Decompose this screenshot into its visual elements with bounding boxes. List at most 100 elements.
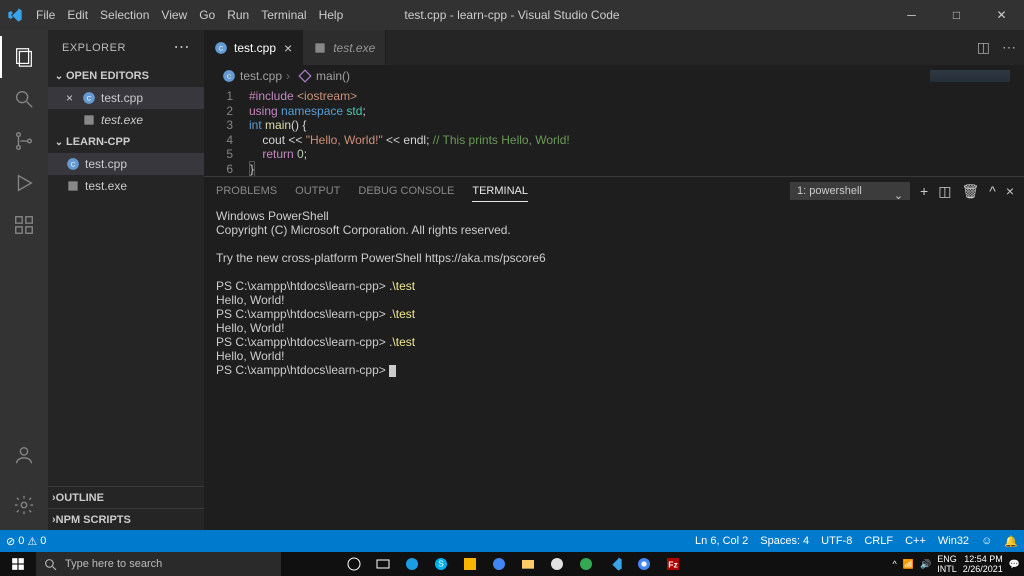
editor-tabs: C test.cpp × test.exe ◫ ⋯	[204, 30, 1024, 65]
exe-file-icon	[313, 41, 327, 55]
explorer-icon[interactable]	[0, 36, 48, 78]
close-icon[interactable]: ×	[66, 91, 78, 105]
tray-clock[interactable]: 12:54 PM2/26/2021	[963, 554, 1003, 574]
minimap[interactable]	[930, 70, 1010, 82]
menu-help[interactable]: Help	[313, 8, 350, 22]
open-editor-item[interactable]: × C test.cpp	[48, 87, 204, 109]
status-bar: ⊘0⚠0 Ln 6, Col 2 Spaces: 4 UTF-8 CRLF C+…	[0, 530, 1024, 552]
menu-view[interactable]: View	[155, 8, 193, 22]
breadcrumb[interactable]: C test.cpp › main()	[204, 65, 1024, 87]
menu-edit[interactable]: Edit	[61, 8, 94, 22]
tab-output[interactable]: OUTPUT	[295, 181, 340, 201]
file-label: test.exe	[101, 113, 143, 127]
minimize-button[interactable]: ─	[889, 0, 934, 30]
vscode-icon[interactable]	[602, 552, 628, 576]
tab-test-exe[interactable]: test.exe	[303, 30, 386, 65]
task-view-icon[interactable]	[370, 552, 396, 576]
panel: PROBLEMS OUTPUT DEBUG CONSOLE TERMINAL 1…	[204, 176, 1024, 381]
status-eol[interactable]: CRLF	[858, 535, 899, 548]
accounts-icon[interactable]	[0, 434, 48, 476]
taskbar-apps: S Fz	[341, 552, 686, 576]
workspace-header[interactable]: ⌄LEARN-CPP	[48, 131, 204, 153]
status-feedback-icon[interactable]: ☺	[975, 535, 998, 548]
exe-file-icon	[66, 179, 80, 193]
filezilla-icon[interactable]: Fz	[660, 552, 686, 576]
kill-terminal-icon[interactable]: 🗑	[961, 179, 979, 204]
search-icon	[44, 558, 57, 571]
tab-label: test.exe	[333, 41, 375, 55]
panel-tabs: PROBLEMS OUTPUT DEBUG CONSOLE TERMINAL 1…	[204, 177, 1024, 205]
run-debug-icon[interactable]	[0, 162, 48, 204]
taskbar-search[interactable]: Type here to search	[36, 552, 281, 576]
chrome-icon[interactable]	[631, 552, 657, 576]
status-spaces[interactable]: Spaces: 4	[754, 535, 815, 548]
tab-debug-console[interactable]: DEBUG CONSOLE	[358, 181, 454, 201]
open-editors-header[interactable]: ⌄OPEN EDITORS	[48, 65, 204, 87]
status-ln-col[interactable]: Ln 6, Col 2	[689, 535, 754, 548]
close-panel-icon[interactable]: ×	[1006, 179, 1014, 203]
tray-wifi-icon[interactable]: 📶	[903, 559, 914, 570]
cortana-icon[interactable]	[341, 552, 367, 576]
title-bar: File Edit Selection View Go Run Terminal…	[0, 0, 1024, 30]
tray-language[interactable]: ENGINTL	[937, 554, 957, 574]
extensions-icon[interactable]	[0, 204, 48, 246]
tray-chevron-icon[interactable]: ^	[893, 559, 897, 569]
explorer-sidebar: EXPLORER ⋯ ⌄OPEN EDITORS × C test.cpp te…	[48, 30, 204, 530]
menu-run[interactable]: Run	[221, 8, 255, 22]
file-label: test.exe	[85, 179, 127, 193]
app-icon[interactable]	[544, 552, 570, 576]
explorer-icon[interactable]	[515, 552, 541, 576]
npm-scripts-section[interactable]: ›NPM SCRIPTS	[48, 508, 204, 530]
settings-gear-icon[interactable]	[0, 484, 48, 526]
file-label: test.cpp	[101, 91, 143, 105]
split-editor-icon[interactable]: ◫	[977, 39, 990, 56]
terminal-cursor	[389, 365, 396, 377]
status-lang[interactable]: C++	[899, 535, 932, 548]
outline-section[interactable]: ›OUTLINE	[48, 486, 204, 508]
file-item[interactable]: C test.cpp	[48, 153, 204, 175]
code-editor[interactable]: 123456 #include <iostream> using namespa…	[204, 87, 1024, 176]
edge-icon[interactable]	[399, 552, 425, 576]
status-encoding[interactable]: UTF-8	[815, 535, 858, 548]
open-editor-item[interactable]: test.exe	[48, 109, 204, 131]
svg-text:C: C	[71, 161, 76, 168]
search-icon[interactable]	[0, 78, 48, 120]
cpp-file-icon: C	[222, 69, 236, 83]
maximize-panel-icon[interactable]: ^	[989, 179, 996, 203]
source-control-icon[interactable]	[0, 120, 48, 162]
terminal-selector[interactable]: 1: powershell⌄	[790, 182, 910, 200]
status-target[interactable]: Win32	[932, 535, 975, 548]
tab-terminal[interactable]: TERMINAL	[472, 181, 528, 202]
status-errors[interactable]: ⊘0⚠0	[0, 535, 52, 548]
menu-selection[interactable]: Selection	[94, 8, 155, 22]
tab-test-cpp[interactable]: C test.cpp ×	[204, 30, 303, 65]
tray-volume-icon[interactable]: 🔊	[920, 559, 931, 570]
maximize-button[interactable]: □	[934, 0, 979, 30]
cpp-file-icon: C	[214, 41, 228, 55]
system-tray[interactable]: ^ 📶 🔊 ENGINTL 12:54 PM2/26/2021 💬	[893, 554, 1024, 574]
menu-go[interactable]: Go	[193, 8, 221, 22]
skype-icon[interactable]: S	[428, 552, 454, 576]
terminal[interactable]: Windows PowerShell Copyright (C) Microso…	[204, 205, 1024, 381]
menu-bar: File Edit Selection View Go Run Terminal…	[30, 8, 349, 22]
split-terminal-icon[interactable]: ◫	[938, 179, 951, 204]
windows-taskbar: Type here to search S Fz ^ 📶 🔊 ENGINTL 1…	[0, 552, 1024, 576]
menu-file[interactable]: File	[30, 8, 61, 22]
svg-text:S: S	[438, 560, 443, 569]
tray-notifications-icon[interactable]: 💬	[1009, 559, 1020, 570]
app-icon[interactable]	[573, 552, 599, 576]
more-actions-icon[interactable]: ⋯	[1002, 39, 1016, 56]
app-icon[interactable]	[486, 552, 512, 576]
tab-problems[interactable]: PROBLEMS	[216, 181, 277, 201]
tab-label: test.cpp	[234, 41, 276, 55]
new-terminal-icon[interactable]: +	[920, 179, 928, 203]
status-bell-icon[interactable]: 🔔	[998, 535, 1024, 548]
app-icon[interactable]	[457, 552, 483, 576]
file-item[interactable]: test.exe	[48, 175, 204, 197]
close-icon[interactable]: ×	[284, 40, 292, 56]
start-button[interactable]	[0, 552, 36, 576]
svg-text:C: C	[219, 45, 224, 52]
close-button[interactable]: ✕	[979, 0, 1024, 30]
explorer-more-icon[interactable]: ⋯	[174, 40, 191, 56]
menu-terminal[interactable]: Terminal	[255, 8, 312, 22]
